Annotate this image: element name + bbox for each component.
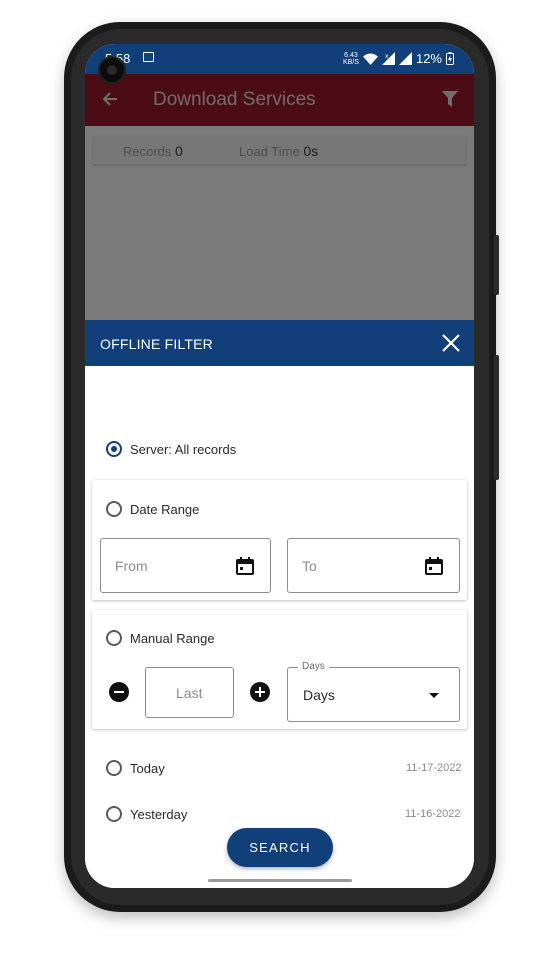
sheet-header: OFFLINE FILTER xyxy=(85,320,474,366)
yesterday-label: Yesterday xyxy=(130,807,188,822)
svg-text:x: x xyxy=(385,53,389,60)
yesterday-date: 11-16-2022 xyxy=(405,808,461,820)
battery-percent: 12% xyxy=(415,51,442,66)
records-value: 0 xyxy=(175,143,183,159)
server-label: Server: All records xyxy=(130,442,237,457)
network-speed: 6.43 KB/S xyxy=(343,52,359,66)
today-radio[interactable] xyxy=(106,760,122,776)
phone-screen: 5:58 6.43 KB/S x 12% Download Services R… xyxy=(85,44,474,888)
date-range-label: Date Range xyxy=(130,502,200,517)
unit-selected-value: Days xyxy=(303,687,335,703)
increment-icon[interactable] xyxy=(250,682,270,702)
manual-range-label: Manual Range xyxy=(130,631,215,646)
offline-filter-sheet: OFFLINE FILTER Server: All records Date … xyxy=(85,320,474,888)
filter-funnel-icon[interactable] xyxy=(442,91,458,112)
chevron-down-icon xyxy=(429,693,439,698)
unit-floating-label: Days xyxy=(298,661,329,672)
network-speed-unit: KB/S xyxy=(343,58,359,66)
server-radio[interactable] xyxy=(106,441,122,457)
front-camera xyxy=(100,58,124,82)
power-button xyxy=(494,235,499,295)
records-label: Records xyxy=(123,144,172,159)
status-icons: 6.43 KB/S x 12% xyxy=(343,51,454,66)
from-placeholder: From xyxy=(115,558,148,574)
manual-range-radio[interactable] xyxy=(106,630,122,646)
date-range-card: Date Range From To xyxy=(92,480,467,600)
load-time-stat: Load Time 0s xyxy=(239,143,318,159)
status-bar: 5:58 6.43 KB/S x 12% xyxy=(85,44,474,74)
last-count-input[interactable]: Last xyxy=(145,667,234,718)
calendar-icon[interactable] xyxy=(425,557,443,575)
search-button[interactable]: SEARCH xyxy=(227,828,333,867)
network-speed-value: 6.43 xyxy=(344,51,358,59)
stats-bar: Records 0 Load Time 0s xyxy=(93,136,466,165)
date-range-radio[interactable] xyxy=(106,501,122,517)
range-unit-select[interactable]: Days Days xyxy=(287,661,460,722)
close-icon[interactable] xyxy=(440,332,462,354)
dimmed-overlay[interactable]: Records 0 Load Time 0s xyxy=(85,126,474,320)
back-arrow-icon[interactable] xyxy=(101,88,119,114)
decrement-icon[interactable] xyxy=(109,682,129,702)
volume-button xyxy=(494,355,499,480)
records-stat: Records 0 xyxy=(123,143,183,159)
app-bar: Download Services xyxy=(85,74,474,126)
calendar-icon[interactable] xyxy=(236,557,254,575)
to-date-field[interactable]: To xyxy=(287,538,460,593)
sheet-title: OFFLINE FILTER xyxy=(100,336,213,352)
signal-icon xyxy=(398,52,412,65)
page-title: Download Services xyxy=(153,89,316,110)
manual-range-card: Manual Range Last Days Days xyxy=(92,610,467,729)
load-time-value: 0s xyxy=(303,143,319,159)
image-notification-icon xyxy=(143,52,154,62)
from-date-field[interactable]: From xyxy=(100,538,271,593)
signal-x-icon: x xyxy=(381,52,395,65)
today-label: Today xyxy=(130,761,165,776)
battery-charging-icon xyxy=(446,52,454,65)
wifi-icon xyxy=(362,53,378,65)
to-placeholder: To xyxy=(302,558,317,574)
load-time-label: Load Time xyxy=(239,144,300,159)
home-indicator[interactable] xyxy=(208,879,352,882)
yesterday-radio[interactable] xyxy=(106,806,122,822)
last-placeholder: Last xyxy=(176,685,203,701)
today-date: 11-17-2022 xyxy=(406,762,462,774)
